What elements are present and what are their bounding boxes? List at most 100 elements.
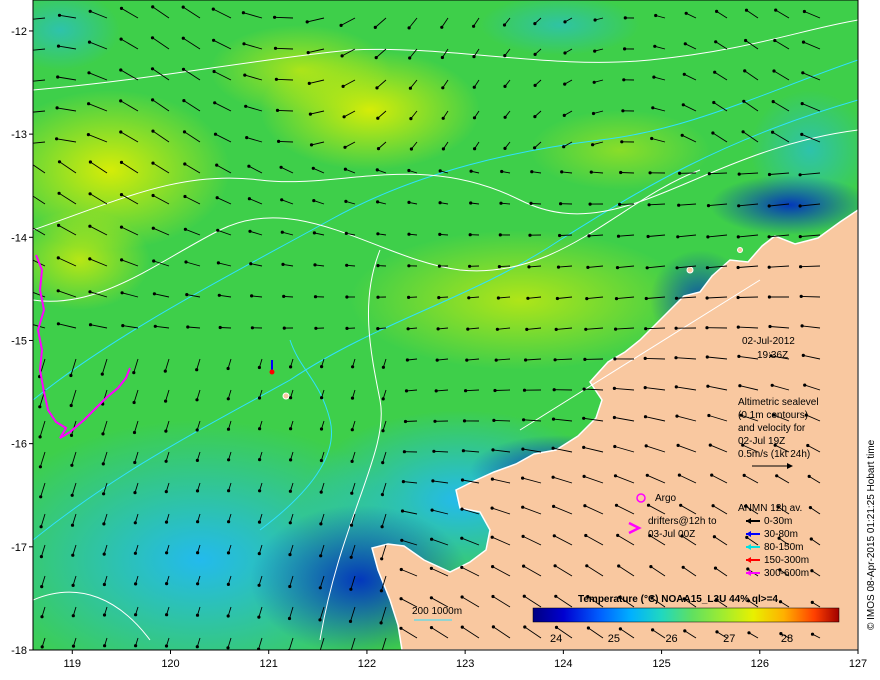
velocity-vector-head: [460, 478, 465, 482]
velocity-vector-head: [408, 86, 412, 90]
velocity-vector-head: [681, 565, 685, 569]
velocity-vector-head: [134, 582, 138, 586]
velocity-vector-head: [306, 51, 310, 55]
velocity-vector-head: [737, 172, 741, 176]
velocity-vector-head: [563, 20, 567, 24]
velocity-vector-head: [27, 49, 30, 52]
velocity-vector-head: [88, 192, 92, 196]
velocity-vector-head: [375, 168, 379, 172]
velocity-vector-head: [503, 84, 507, 88]
velocity-vector-head: [319, 554, 323, 558]
velocity-vector-head: [586, 626, 591, 630]
velocity-vector-head: [164, 399, 168, 403]
velocity-vector-head: [183, 227, 187, 231]
velocity-vector-head: [674, 326, 678, 330]
velocity-vector-head: [164, 459, 168, 463]
velocity-vector-head: [404, 389, 409, 393]
velocity-vector-head: [226, 427, 231, 431]
time-label: 19:36Z: [757, 350, 788, 361]
velocity-vector-head: [343, 167, 347, 171]
velocity-vector-head: [800, 132, 804, 136]
velocity-vector-head: [616, 533, 620, 538]
velocity-vector-head: [681, 103, 685, 107]
velocity-vector-head: [521, 534, 525, 539]
velocity-vector-head: [218, 325, 222, 330]
velocity-vector-head: [56, 289, 60, 293]
velocity-vector-head: [767, 295, 772, 299]
velocity-vector-head: [401, 480, 405, 484]
velocity-vector-head: [551, 417, 556, 421]
velocity-vector-head: [319, 458, 323, 463]
velocity-vector-head: [70, 463, 74, 467]
velocity-vector-head: [319, 490, 323, 494]
velocity-vector-head: [591, 143, 595, 147]
velocity-vector-head: [768, 324, 772, 329]
velocity-vector-head: [800, 102, 804, 106]
velocity-vector-head: [469, 169, 473, 173]
sealevel-line-1: (0.1m contours): [738, 410, 808, 421]
velocity-vector-head: [587, 234, 591, 238]
velocity-vector-head: [713, 566, 718, 570]
velocity-vector-head: [559, 202, 563, 206]
velocity-vector-head: [342, 115, 346, 119]
velocity-vector-head: [375, 86, 379, 90]
velocity-vector-head: [244, 104, 248, 108]
velocity-vector: [494, 389, 511, 391]
velocity-vector-head: [798, 235, 802, 239]
velocity-vector-head: [402, 450, 406, 454]
velocity-vector-head: [258, 489, 262, 493]
velocity-vector-head: [102, 522, 106, 526]
velocity-vector-head: [409, 147, 413, 151]
velocity-vector-head: [165, 582, 169, 586]
velocity-vector-head: [713, 70, 717, 74]
velocity-vector-head: [403, 419, 408, 424]
velocity-vector-head: [589, 170, 593, 174]
velocity-vector-head: [275, 108, 280, 112]
velocity-vector-head: [380, 525, 384, 529]
velocity-vector-head: [350, 491, 354, 495]
velocity-vector-head: [438, 232, 442, 236]
velocity-vector-head: [468, 264, 472, 268]
velocity-vector-head: [586, 265, 590, 269]
velocity-vector-head: [429, 566, 433, 571]
velocity-vector-head: [618, 202, 622, 206]
velocity-vector-head: [737, 204, 741, 208]
argo-label: Argo: [655, 493, 677, 504]
velocity-vector-head: [119, 160, 124, 164]
velocity-vector-head: [650, 136, 654, 141]
velocity-vector-head: [553, 358, 557, 362]
velocity-vector-head: [620, 140, 624, 144]
velocity-vector-head: [134, 613, 138, 617]
velocity-vector-head: [619, 170, 623, 175]
velocity-vector-head: [552, 534, 556, 538]
velocity-vector-head: [245, 136, 249, 140]
velocity-vector-head: [345, 326, 349, 330]
velocity-vector-head: [88, 9, 92, 13]
velocity-vector-head: [767, 265, 771, 269]
velocity-vector-head: [674, 356, 678, 360]
velocity-vector-head: [533, 83, 537, 87]
velocity-vector-head: [195, 398, 199, 402]
velocity-vector-head: [151, 161, 155, 165]
velocity-vector-head: [614, 297, 619, 301]
velocity-vector-head: [376, 264, 380, 268]
x-tick-label: 120: [161, 658, 179, 670]
velocity-vector-head: [408, 56, 412, 60]
velocity-vector-head: [683, 629, 687, 633]
velocity-vector-head: [307, 81, 311, 85]
velocity-vector-head: [400, 509, 405, 513]
colorbar-tick-label: 28: [781, 633, 793, 645]
velocity-vector-head: [182, 130, 187, 134]
velocity-vector-head: [27, 160, 30, 163]
velocity-vector-head: [593, 49, 597, 53]
velocity-vector-head: [526, 296, 530, 300]
velocity-vector-head: [376, 232, 380, 236]
velocity-vector-head: [134, 644, 138, 648]
velocity-vector-head: [39, 525, 43, 529]
velocity-vector-head: [87, 71, 91, 75]
velocity-vector-head: [582, 416, 586, 420]
velocity-vector-head: [282, 294, 286, 298]
colorbar: [532, 607, 840, 623]
velocity-vector-head: [183, 162, 187, 166]
velocity-vector: [405, 420, 418, 422]
